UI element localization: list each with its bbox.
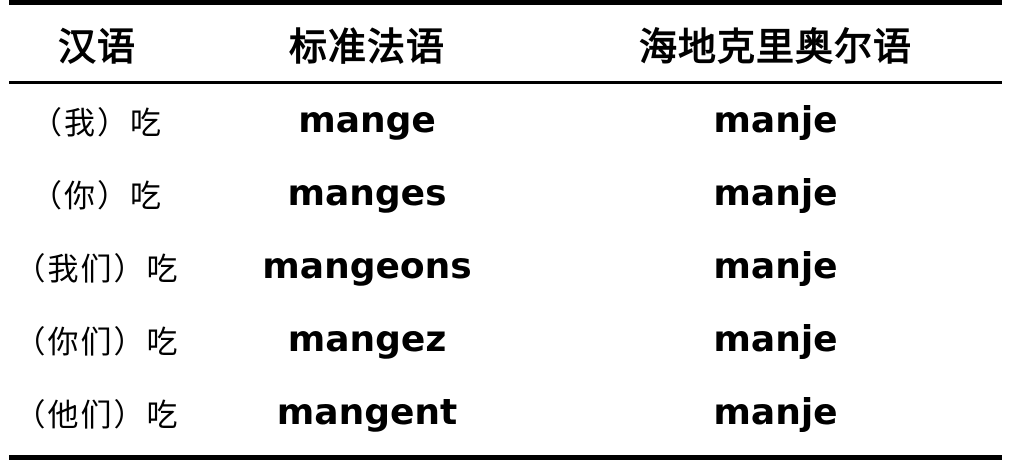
table-body: （我）吃 mange manje （你）吃 manges manje （我们）吃… [9,84,1002,449]
cell-haitian-creole: manje [713,173,838,214]
table-row: （你们）吃 mangez manje [9,303,1002,376]
cell-standard-french: mangez [287,319,447,360]
cell-chinese: （你们）吃 [14,325,180,361]
cell-standard-french: mangent [276,392,458,433]
conjugation-table: 汉语 标准法语 海地克里奥尔语 （我）吃 mange manje （你）吃 ma… [9,0,1002,460]
cell-standard-french: mange [298,100,436,141]
cell-haitian-creole: manje [713,319,838,360]
header-standard-french: 标准法语 [288,24,445,69]
cell-standard-french: manges [287,173,447,214]
table-row: （我）吃 mange manje [9,84,1002,157]
table-row: （我们）吃 mangeons manje [9,230,1002,303]
cell-chinese: （我们）吃 [14,252,180,288]
cell-haitian-creole: manje [713,392,838,433]
table-row: （他们）吃 mangent manje [9,376,1002,449]
table-bottom-rule [9,455,1002,460]
cell-chinese: （他们）吃 [14,398,180,434]
table-header-row: 汉语 标准法语 海地克里奥尔语 [9,5,1002,81]
cell-standard-french: mangeons [262,246,472,287]
header-chinese: 汉语 [57,24,136,69]
cell-haitian-creole: manje [713,246,838,287]
cell-haitian-creole: manje [713,100,838,141]
header-haitian-creole: 海地克里奥尔语 [638,24,912,69]
table-row: （你）吃 manges manje [9,157,1002,230]
cell-chinese: （你）吃 [31,179,163,215]
cell-chinese: （我）吃 [31,106,163,142]
